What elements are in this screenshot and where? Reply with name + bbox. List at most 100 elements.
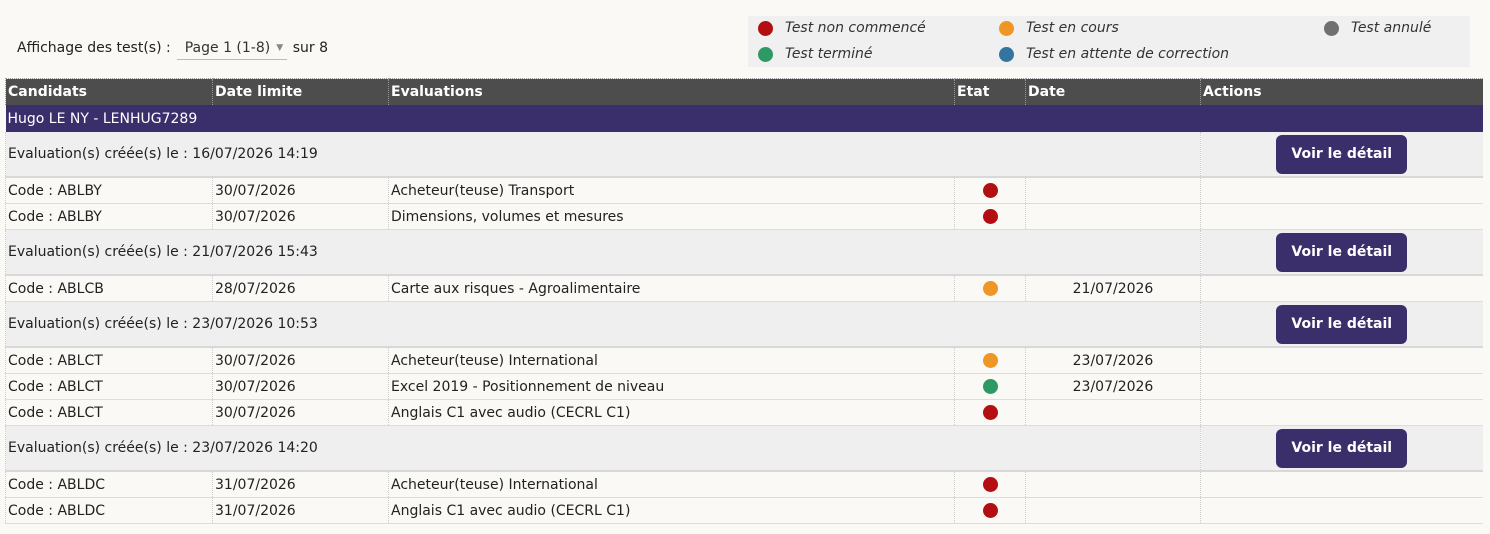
table-header: Candidats Date limite Evaluations Etat D…: [5, 78, 1483, 105]
actions-cell: [1200, 275, 1483, 302]
status-dot-icon: [982, 183, 998, 198]
view-detail-button[interactable]: Voir le détail: [1276, 304, 1408, 344]
toolbar: Affichage des test(s) : Page 1 (1-8) ▼ s…: [0, 0, 1490, 76]
date-cell: [1025, 471, 1201, 498]
legend-label: Test terminé: [785, 46, 873, 62]
table-row: Code : ABLDC 31/07/2026 Anglais C1 avec au…: [5, 497, 1483, 524]
actions-cell: Voir le détail: [1200, 301, 1483, 348]
evaluation-cell: Carte aux risques - Agroalimentaire: [388, 275, 955, 302]
actions-cell: [1200, 399, 1483, 426]
status-cell: [954, 399, 1026, 426]
date-cell: 21/07/2026: [1025, 275, 1201, 302]
evaluation-cell: Anglais C1 avec audio (CECRL C1): [388, 399, 955, 426]
table-row: Code : ABLCT 30/07/2026 Anglais C1 avec au…: [5, 399, 1483, 426]
actions-cell: [1200, 373, 1483, 400]
group-created-date: Evaluation(s) créée(s) le : 23/07/2026 1…: [5, 301, 1201, 348]
page-select[interactable]: Page 1 (1-8) ▼: [176, 36, 287, 60]
chevron-down-icon: ▼: [276, 42, 284, 53]
table-row: Code : ABLDC 31/07/2026 Acheteur(teuse) In…: [5, 471, 1483, 498]
group-created-date: Evaluation(s) créée(s) le : 23/07/2026 1…: [5, 425, 1201, 472]
legend-label: Test en attente de correction: [1026, 46, 1230, 62]
actions-cell: Voir le détail: [1200, 425, 1483, 472]
grey-dot-icon: [1324, 20, 1339, 36]
actions-cell: [1200, 203, 1483, 230]
date-cell: [1025, 203, 1201, 230]
group-created-date: Evaluation(s) créée(s) le : 21/07/2026 1…: [5, 229, 1201, 276]
evaluation-group-row: Evaluation(s) créée(s) le : 23/07/2026 1…: [5, 425, 1483, 472]
actions-cell: [1200, 497, 1483, 524]
group-created-date: Evaluation(s) créée(s) le : 16/07/2026 1…: [5, 132, 1201, 178]
date-cell: [1025, 497, 1201, 524]
evaluation-cell: Acheteur(teuse) Transport: [388, 177, 955, 204]
legend-label: Test non commencé: [785, 20, 926, 36]
col-etat[interactable]: Etat: [954, 78, 1026, 105]
evaluation-group-row: Evaluation(s) créée(s) le : 16/07/2026 1…: [5, 132, 1483, 178]
tests-table: Candidats Date limite Evaluations Etat D…: [5, 78, 1483, 524]
code-cell: Code : ABLCT: [5, 399, 213, 426]
pager-label: Affichage des test(s) :: [17, 40, 171, 56]
actions-cell: [1200, 347, 1483, 374]
candidate-name: Hugo LE NY - LENHUG7289: [5, 105, 1483, 132]
code-cell: Code : ABLBY: [5, 177, 213, 204]
table-row: Code : ABLBY 30/07/2026 Dimensions, volume…: [5, 203, 1483, 230]
actions-cell: [1200, 471, 1483, 498]
deadline-cell: 28/07/2026: [212, 275, 389, 302]
legend-label: Test annulé: [1351, 20, 1432, 36]
deadline-cell: 30/07/2026: [212, 203, 389, 230]
col-candidats[interactable]: Candidats: [5, 78, 213, 105]
table-row: Code : ABLCB 28/07/2026 Carte aux risques …: [5, 275, 1483, 302]
status-dot-icon: [982, 379, 998, 394]
status-dot-icon: [982, 353, 998, 368]
status-cell: [954, 275, 1026, 302]
code-cell: Code : ABLCT: [5, 347, 213, 374]
legend-item-awaiting-correction: Test en attente de correction: [999, 46, 1229, 62]
red-dot-icon: [758, 20, 773, 36]
status-dot-icon: [982, 209, 998, 224]
table-row: Code : ABLCT 30/07/2026 Excel 2019 - Posit…: [5, 373, 1483, 400]
view-detail-button[interactable]: Voir le détail: [1276, 428, 1408, 468]
evaluation-cell: Acheteur(teuse) International: [388, 347, 955, 374]
orange-dot-icon: [999, 20, 1014, 36]
deadline-cell: 31/07/2026: [212, 471, 389, 498]
status-cell: [954, 203, 1026, 230]
status-cell: [954, 373, 1026, 400]
deadline-cell: 31/07/2026: [212, 497, 389, 524]
actions-cell: Voir le détail: [1200, 229, 1483, 276]
evaluation-group-row: Evaluation(s) créée(s) le : 23/07/2026 1…: [5, 301, 1483, 348]
green-dot-icon: [758, 46, 773, 62]
col-date[interactable]: Date: [1025, 78, 1201, 105]
table-row: Code : ABLBY 30/07/2026 Acheteur(teuse) Tr…: [5, 177, 1483, 204]
deadline-cell: 30/07/2026: [212, 399, 389, 426]
legend-item-finished: Test terminé: [758, 46, 873, 62]
code-cell: Code : ABLCB: [5, 275, 213, 302]
evaluation-cell: Acheteur(teuse) International: [388, 471, 955, 498]
actions-cell: [1200, 177, 1483, 204]
pager: Affichage des test(s) : Page 1 (1-8) ▼ s…: [17, 36, 328, 60]
status-dot-icon: [982, 405, 998, 420]
legend-item-cancelled: Test annulé: [1324, 20, 1431, 36]
legend-item-in-progress: Test en cours: [999, 20, 1119, 36]
status-cell: [954, 497, 1026, 524]
view-detail-button[interactable]: Voir le détail: [1276, 134, 1408, 174]
status-cell: [954, 471, 1026, 498]
legend-item-not-started: Test non commencé: [758, 20, 926, 36]
pager-total: sur 8: [292, 40, 329, 56]
code-cell: Code : ABLDC: [5, 471, 213, 498]
blue-dot-icon: [999, 46, 1014, 62]
col-evaluations[interactable]: Evaluations: [388, 78, 955, 105]
evaluation-cell: Anglais C1 avec audio (CECRL C1): [388, 497, 955, 524]
code-cell: Code : ABLDC: [5, 497, 213, 524]
view-detail-button[interactable]: Voir le détail: [1276, 232, 1408, 272]
table-row: Code : ABLCT 30/07/2026 Acheteur(teuse) In…: [5, 347, 1483, 374]
code-cell: Code : ABLCT: [5, 373, 213, 400]
status-dot-icon: [982, 503, 998, 518]
deadline-cell: 30/07/2026: [212, 347, 389, 374]
status-cell: [954, 347, 1026, 374]
evaluation-cell: Excel 2019 - Positionnement de niveau: [388, 373, 955, 400]
page-select-value: Page 1 (1-8): [184, 39, 271, 56]
actions-cell: Voir le détail: [1200, 132, 1483, 178]
col-date-limite[interactable]: Date limite: [212, 78, 389, 105]
date-cell: [1025, 399, 1201, 426]
code-cell: Code : ABLBY: [5, 203, 213, 230]
evaluation-cell: Dimensions, volumes et mesures: [388, 203, 955, 230]
